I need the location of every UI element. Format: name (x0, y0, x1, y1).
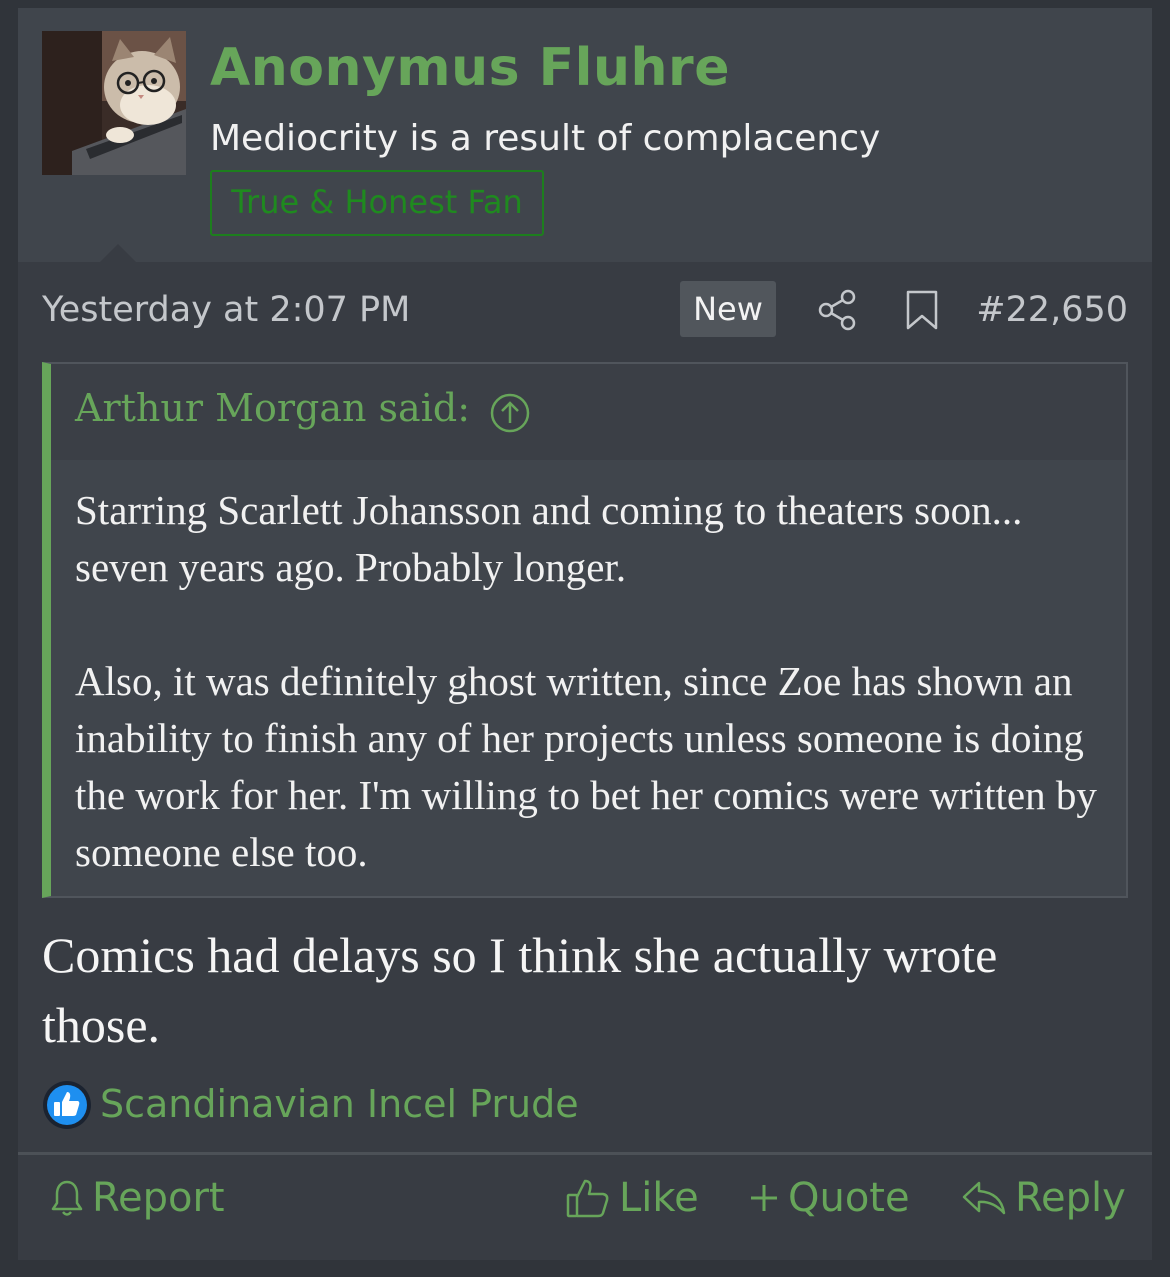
user-arrow (100, 244, 136, 262)
divider (18, 1152, 1152, 1155)
bell-icon (51, 1180, 83, 1216)
post-message: Comics had delays so I think she actuall… (42, 927, 998, 1053)
quote-header: Arthur Morgan said: (51, 364, 1126, 460)
forum-post: Anonymus Fluhre Mediocrity is a result o… (18, 8, 1152, 1260)
user-avatar[interactable] (42, 31, 186, 175)
reaction-users[interactable]: Scandinavian Incel Prude (100, 1082, 579, 1126)
report-button[interactable]: Report (50, 1173, 225, 1223)
new-badge: New (680, 281, 776, 337)
user-block: Anonymus Fluhre Mediocrity is a result o… (18, 8, 1152, 262)
thumbs-up-reaction-icon[interactable] (42, 1080, 92, 1130)
arrow-up-circle-icon[interactable] (489, 392, 531, 434)
like-button[interactable]: Like (565, 1173, 699, 1223)
thumbs-up-icon (566, 1179, 609, 1218)
bookmark-icon[interactable] (902, 288, 942, 332)
user-name[interactable]: Anonymus Fluhre (210, 38, 730, 98)
user-banner: True & Honest Fan (210, 170, 544, 236)
quote-paragraph: Starring Scarlett Johansson and coming t… (75, 487, 1023, 590)
quote-paragraph: Also, it was definitely ghost written, s… (75, 658, 1097, 875)
like-label: Like (619, 1175, 699, 1221)
quote-button[interactable]: Quote (748, 1173, 910, 1223)
post-meta: Yesterday at 2:07 PM New #22,650 (42, 281, 1128, 337)
share-icon[interactable] (816, 288, 860, 332)
quote-author[interactable]: Arthur Morgan said: (75, 386, 470, 430)
report-label: Report (92, 1175, 225, 1221)
quote-body: Starring Scarlett Johansson and coming t… (75, 482, 1115, 881)
reply-label: Reply (1015, 1175, 1126, 1221)
reply-icon (962, 1181, 1006, 1215)
post-date[interactable]: Yesterday at 2:07 PM (42, 290, 410, 330)
quote-label: Quote (788, 1175, 910, 1221)
post-number[interactable]: #22,650 (976, 290, 1128, 330)
quote-block: Arthur Morgan said: Starring Scarlett Jo… (42, 362, 1128, 898)
reply-button[interactable]: Reply (961, 1173, 1126, 1223)
user-title: Mediocrity is a result of complacency (210, 118, 881, 159)
plus-icon (751, 1185, 777, 1211)
